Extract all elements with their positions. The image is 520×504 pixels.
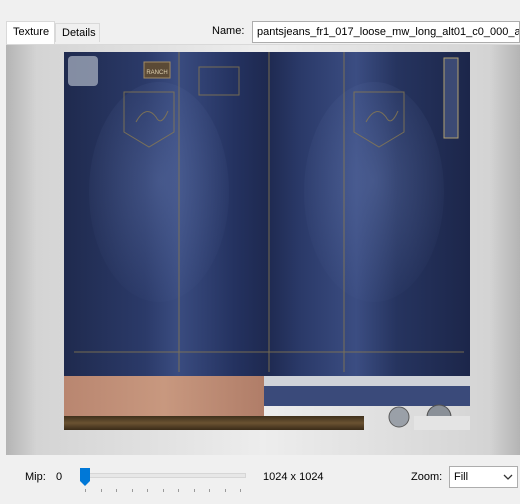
slider-ticks xyxy=(85,489,241,492)
slider-tick xyxy=(162,489,164,492)
slider-tick xyxy=(193,489,195,492)
chevron-down-icon xyxy=(503,474,513,480)
slider-tick xyxy=(131,489,133,492)
zoom-select[interactable]: Fill xyxy=(449,466,518,488)
mip-label: Mip: xyxy=(25,471,46,483)
tab-texture[interactable]: Texture xyxy=(6,21,55,44)
slider-tick xyxy=(178,489,179,492)
slider-tick xyxy=(100,489,102,492)
bottom-bar: Mip: 0 1024 x 1024 Zoom: Fill xyxy=(0,456,520,504)
name-field[interactable]: pantsjeans_fr1_017_loose_mw_long_alt01_c… xyxy=(252,21,520,43)
tab-details[interactable]: Details xyxy=(55,23,100,42)
tab-strip: Texture Details Name: pantsjeans_fr1_017… xyxy=(0,0,520,44)
slider-tick xyxy=(209,489,210,492)
mip-slider[interactable] xyxy=(80,468,246,492)
slider-tick xyxy=(116,489,117,492)
zoom-value: Fill xyxy=(454,471,469,483)
slider-thumb[interactable] xyxy=(80,468,90,486)
slider-tick xyxy=(224,489,226,492)
texture-image: RANCH xyxy=(64,52,470,430)
slider-track xyxy=(80,473,246,478)
mip-value: 0 xyxy=(56,471,63,483)
slider-tick xyxy=(147,489,148,492)
slider-tick xyxy=(85,489,86,492)
slider-tick xyxy=(240,489,241,492)
zoom-label: Zoom: xyxy=(411,471,443,483)
name-label: Name: xyxy=(212,25,245,37)
brand-patch-text: RANCH xyxy=(146,70,167,76)
resolution-label: 1024 x 1024 xyxy=(263,471,324,483)
